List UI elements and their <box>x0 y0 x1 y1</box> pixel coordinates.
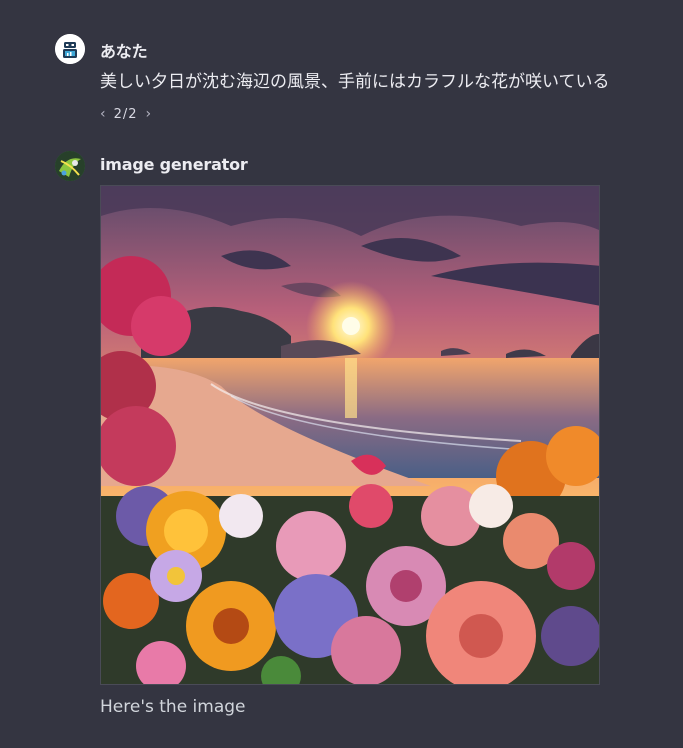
generated-image[interactable] <box>100 185 600 685</box>
user-avatar <box>55 34 85 64</box>
assistant-caption: Here's the image <box>100 697 246 717</box>
pager-count: 2/2 <box>113 106 138 122</box>
generated-sunset-seaside-flowers-image <box>101 186 599 684</box>
robot-avatar-icon <box>55 34 85 64</box>
user-author-name: あなた <box>100 42 148 61</box>
assistant-author-name: image generator <box>100 155 248 174</box>
chevron-right-icon[interactable]: › <box>146 106 152 122</box>
chevron-left-icon[interactable]: ‹ <box>100 106 106 122</box>
response-pager: ‹ 2/2 › <box>100 106 151 122</box>
assistant-avatar <box>55 151 85 181</box>
user-prompt-text: 美しい夕日が沈む海辺の風景、手前にはカラフルな花が咲いている <box>100 72 610 92</box>
green-leaf-avatar-icon <box>55 151 85 181</box>
